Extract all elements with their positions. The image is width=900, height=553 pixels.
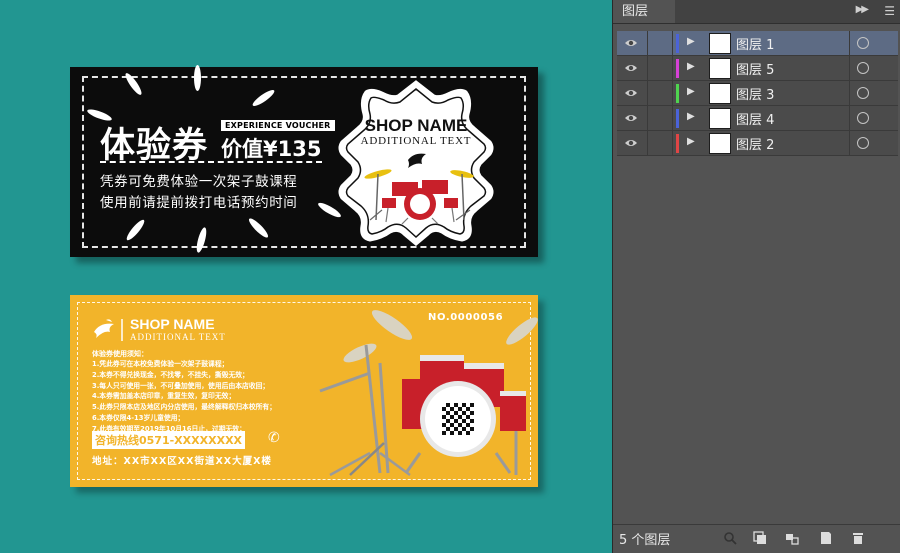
shop-additional-text: ADDITIONAL TEXT bbox=[130, 332, 226, 342]
rule-item: 5.此券只限本店及地区内分店使用，最终解释权归本校所有； bbox=[92, 403, 277, 412]
layer-row[interactable]: ▶ 图层 3 bbox=[617, 81, 898, 106]
visibility-eye-icon[interactable] bbox=[624, 62, 638, 74]
layer-name[interactable]: 图层 3 bbox=[736, 84, 774, 103]
visibility-eye-icon[interactable] bbox=[624, 37, 638, 49]
layer-color-swatch bbox=[676, 84, 679, 103]
trash-icon[interactable] bbox=[851, 531, 865, 545]
new-sublayer-icon[interactable] bbox=[785, 531, 799, 545]
layer-name[interactable]: 图层 1 bbox=[736, 34, 774, 53]
column-divider bbox=[672, 31, 673, 56]
rule-item: 1.凭此券可在本校免费体验一次架子鼓课程； bbox=[92, 360, 229, 368]
layer-thumbnail bbox=[709, 33, 731, 54]
target-circle-icon[interactable] bbox=[857, 137, 869, 149]
layer-thumbnail bbox=[709, 83, 731, 104]
yellow-voucher-card[interactable]: SHOP NAME ADDITIONAL TEXT NO.0000056 体验券… bbox=[70, 295, 538, 487]
layer-color-swatch bbox=[676, 59, 679, 78]
column-divider bbox=[849, 81, 850, 106]
new-layer-icon[interactable] bbox=[819, 531, 833, 545]
layer-name[interactable]: 图层 5 bbox=[736, 59, 774, 78]
collapse-panel-icon[interactable]: ▶▶ bbox=[856, 4, 869, 15]
dashed-separator bbox=[100, 161, 322, 163]
rule-item: 2.本券不得兑换现金，不找零，不挂失，撕毁无效； bbox=[92, 370, 249, 379]
visibility-eye-icon[interactable] bbox=[624, 87, 638, 99]
expand-arrow-icon[interactable]: ▶ bbox=[687, 61, 695, 72]
visibility-eye-icon[interactable] bbox=[624, 112, 638, 124]
shop-logo-icon bbox=[94, 319, 123, 341]
layer-row[interactable]: ▶ 图层 5 bbox=[617, 56, 898, 81]
column-divider bbox=[849, 56, 850, 81]
panel-footer: 5 个图层 bbox=[613, 524, 900, 553]
layer-row[interactable]: ▶ 图层 1 bbox=[617, 31, 898, 56]
layer-name[interactable]: 图层 4 bbox=[736, 109, 774, 128]
column-divider bbox=[672, 106, 673, 131]
black-voucher-card[interactable]: 体验券 EXPERIENCE VOUCHER 价值¥135 凭券可免费体验一次架… bbox=[70, 65, 538, 257]
drum-kit-illustration bbox=[319, 310, 538, 477]
rule-item: 6.本券仅限4-13岁儿童使用； bbox=[92, 413, 185, 422]
shop-badge: SHOP NAME ADDITIONAL TEXT bbox=[336, 78, 496, 246]
rule-item: 4.本券需加盖本店印章，重复生效，复印无效； bbox=[92, 392, 236, 401]
badge-frame-shape bbox=[338, 80, 494, 246]
panel-header: 图层 ▶▶ ☰ bbox=[613, 0, 900, 24]
column-divider bbox=[849, 106, 850, 131]
visibility-eye-icon[interactable] bbox=[624, 137, 638, 149]
layers-panel: 图层 ▶▶ ☰ ▶ 图层 1 ▶ 图层 5 ▶ 图层 3 ▶ 图层 4 ▶ 图层 2 5 个图层 bbox=[612, 0, 900, 553]
target-circle-icon[interactable] bbox=[857, 87, 869, 99]
hotline: 咨询热线0571-XXXXXXXX bbox=[92, 431, 246, 449]
expand-arrow-icon[interactable]: ▶ bbox=[687, 111, 695, 122]
column-divider bbox=[849, 31, 850, 56]
rule-item: 3.每人只可使用一张，不可叠加使用，使用后由本店收回； bbox=[92, 381, 270, 390]
ray-decoration bbox=[194, 65, 201, 91]
voucher-description-line1: 凭券可免费体验一次架子鼓课程 bbox=[100, 174, 298, 190]
column-divider bbox=[647, 31, 648, 56]
layer-color-swatch bbox=[676, 109, 679, 128]
expand-arrow-icon[interactable]: ▶ bbox=[687, 36, 695, 47]
address: 地址：XX市XX区XX街道XX大厦X楼 bbox=[92, 456, 272, 467]
layer-thumbnail bbox=[709, 58, 731, 79]
target-circle-icon[interactable] bbox=[857, 112, 869, 124]
phone-icon: ✆ bbox=[268, 430, 280, 446]
layer-color-swatch bbox=[676, 134, 679, 153]
column-divider bbox=[647, 131, 648, 156]
layer-name[interactable]: 图层 2 bbox=[736, 134, 774, 153]
shop-name: SHOP NAME bbox=[364, 116, 468, 135]
column-divider bbox=[672, 81, 673, 106]
target-circle-icon[interactable] bbox=[857, 62, 869, 74]
layers-list: ▶ 图层 1 ▶ 图层 5 ▶ 图层 3 ▶ 图层 4 ▶ 图层 2 bbox=[617, 31, 898, 156]
layer-count: 5 个图层 bbox=[619, 533, 671, 548]
target-circle-icon[interactable] bbox=[857, 37, 869, 49]
shop-additional-text: ADDITIONAL TEXT bbox=[360, 135, 472, 147]
expand-arrow-icon[interactable]: ▶ bbox=[687, 136, 695, 147]
column-divider bbox=[647, 56, 648, 81]
column-divider bbox=[849, 131, 850, 156]
voucher-badge: EXPERIENCE VOUCHER bbox=[221, 120, 335, 131]
column-divider bbox=[647, 81, 648, 106]
artboard-canvas[interactable]: 体验券 EXPERIENCE VOUCHER 价值¥135 凭券可免费体验一次架… bbox=[0, 0, 612, 553]
search-icon[interactable] bbox=[723, 531, 737, 545]
shop-name: SHOP NAME bbox=[130, 316, 215, 332]
clipping-mask-icon[interactable] bbox=[753, 531, 767, 545]
panel-menu-icon[interactable]: ☰ bbox=[884, 4, 895, 18]
layer-row[interactable]: ▶ 图层 4 bbox=[617, 106, 898, 131]
layer-thumbnail bbox=[709, 133, 731, 154]
column-divider bbox=[647, 106, 648, 131]
column-divider bbox=[672, 131, 673, 156]
layer-row[interactable]: ▶ 图层 2 bbox=[617, 131, 898, 156]
rules-title: 体验券使用须知： bbox=[92, 350, 148, 358]
voucher-value: 价值¥135 bbox=[221, 137, 322, 161]
layer-thumbnail bbox=[709, 108, 731, 129]
voucher-description-line2: 使用前请提前拨打电话预约时间 bbox=[100, 195, 298, 211]
column-divider bbox=[672, 56, 673, 81]
expand-arrow-icon[interactable]: ▶ bbox=[687, 86, 695, 97]
rules-list: 1.凭此券可在本校免费体验一次架子鼓课程； 2.本券不得兑换现金，不找零，不挂失… bbox=[92, 359, 276, 435]
layer-color-swatch bbox=[676, 34, 679, 53]
tab-layers[interactable]: 图层 bbox=[613, 0, 675, 23]
